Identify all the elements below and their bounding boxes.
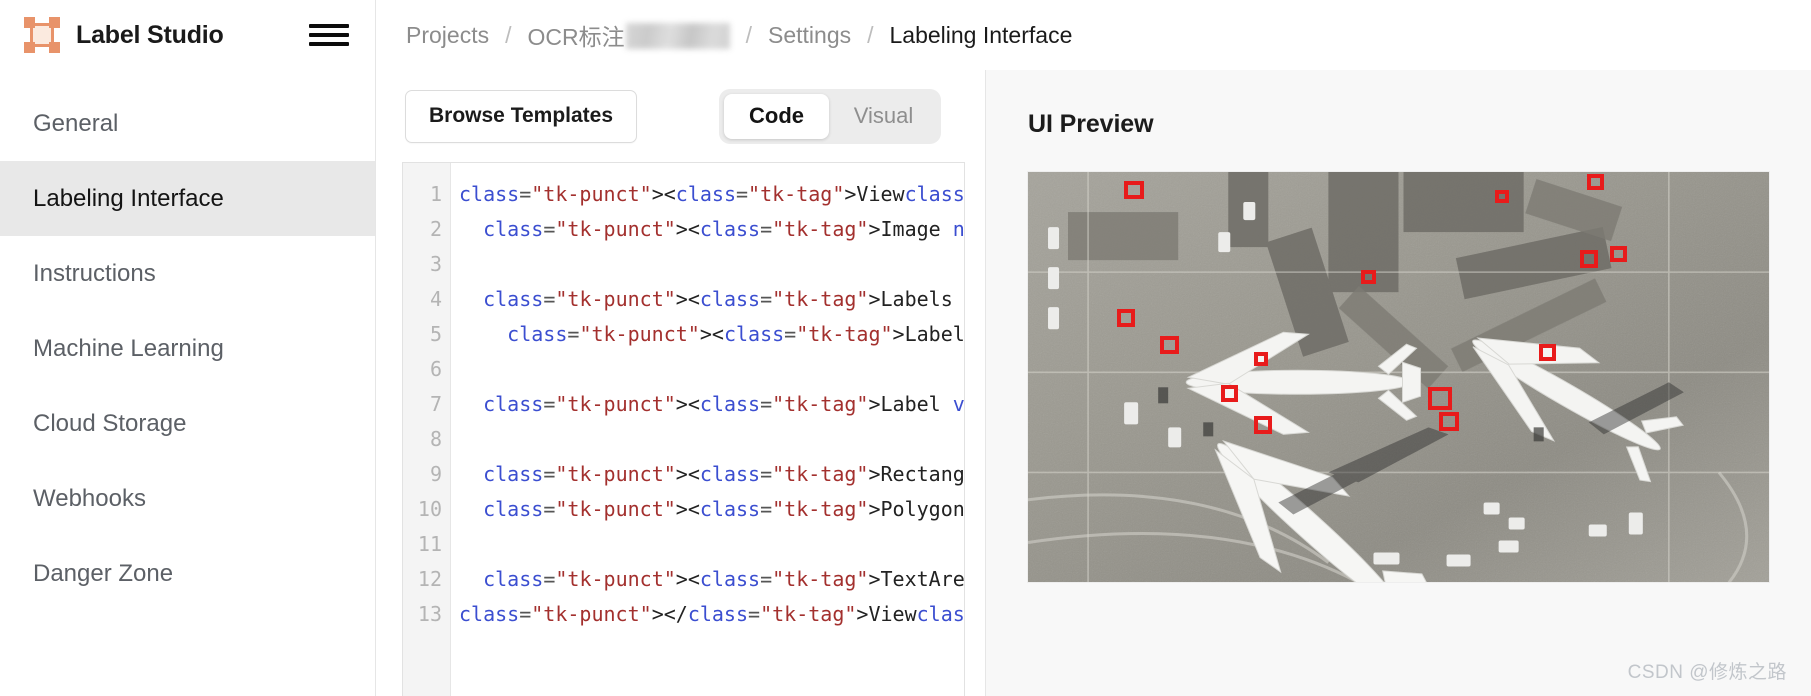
breadcrumb-project-name: OCR标注 bbox=[527, 24, 625, 50]
annotation-box bbox=[1124, 181, 1144, 200]
hamburger-menu-icon[interactable] bbox=[309, 20, 349, 50]
redacted-project-name-blur bbox=[625, 23, 730, 49]
tab-code[interactable]: Code bbox=[724, 93, 829, 139]
tab-visual[interactable]: Visual bbox=[831, 94, 936, 139]
annotation-box bbox=[1587, 173, 1605, 191]
code-editor[interactable]: 1 2 3 4 5 6 7 8 9 10 11 12 13 class="tk-… bbox=[402, 162, 965, 696]
brand-zone: Label Studio bbox=[0, 0, 376, 70]
annotation-box bbox=[1439, 411, 1459, 431]
code-line: class="tk-punct"><class="tk-tag">Label v… bbox=[483, 392, 964, 416]
annotation-box bbox=[1159, 336, 1180, 355]
code-line: class="tk-punct"><class="tk-tag">TextAre… bbox=[483, 567, 964, 591]
breadcrumb-separator: / bbox=[505, 21, 512, 48]
line-number: 7 bbox=[429, 392, 442, 416]
editor-toolbar: Browse Templates Code Visual bbox=[400, 70, 965, 162]
line-number: 13 bbox=[417, 602, 442, 626]
code-line: class="tk-punct"><class="tk-tag">Image n… bbox=[483, 217, 964, 241]
breadcrumb-separator: / bbox=[745, 21, 752, 48]
line-number: 5 bbox=[429, 322, 442, 346]
ui-preview-title: UI Preview bbox=[1028, 110, 1154, 138]
line-number: 11 bbox=[417, 532, 442, 556]
ui-preview-panel: UI Preview bbox=[986, 70, 1811, 696]
label-studio-settings-page: Label Studio Projects / OCR标注 / Settings… bbox=[0, 0, 1811, 696]
labeling-interface-editor-panel: Browse Templates Code Visual 1 2 3 4 5 6… bbox=[376, 70, 986, 696]
editor-code-area[interactable]: class="tk-punct"><class="tk-tag">Viewcla… bbox=[451, 163, 964, 696]
annotation-box bbox=[1254, 415, 1272, 434]
sidebar-item-labeling-interface[interactable]: Labeling Interface bbox=[0, 161, 375, 236]
annotation-box bbox=[1116, 309, 1135, 327]
view-mode-toggle: Code Visual bbox=[719, 88, 941, 144]
line-number: 9 bbox=[429, 462, 442, 486]
brand-title: Label Studio bbox=[76, 20, 224, 49]
annotation-box bbox=[1610, 245, 1628, 263]
browse-templates-button[interactable]: Browse Templates bbox=[405, 89, 638, 143]
line-number: 4 bbox=[429, 287, 442, 311]
line-number: 3 bbox=[429, 252, 442, 276]
code-line: class="tk-punct"><class="tk-tag">Rectang… bbox=[483, 462, 964, 486]
code-line: class="tk-punct"><class="tk-tag">Viewcla… bbox=[459, 182, 964, 206]
annotation-box bbox=[1254, 352, 1269, 367]
sidebar-item-danger-zone[interactable]: Danger Zone bbox=[0, 536, 375, 611]
breadcrumb-item-labeling-interface: Labeling Interface bbox=[889, 21, 1073, 48]
line-number: 6 bbox=[429, 357, 442, 381]
bounding-box-logo-icon bbox=[24, 17, 60, 53]
line-number: 1 bbox=[429, 182, 442, 206]
sidebar-item-instructions[interactable]: Instructions bbox=[0, 236, 375, 311]
annotation-box bbox=[1494, 189, 1509, 204]
annotation-box bbox=[1539, 344, 1557, 361]
breadcrumb: Projects / OCR标注 / Settings / Labeling I… bbox=[376, 0, 1811, 70]
top-bar: Label Studio Projects / OCR标注 / Settings… bbox=[0, 0, 1811, 70]
settings-sidebar: General Labeling Interface Instructions … bbox=[0, 70, 376, 696]
annotation-box bbox=[1580, 249, 1598, 268]
code-line: class="tk-punct"><class="tk-tag">Label v… bbox=[507, 322, 964, 346]
annotation-box bbox=[1220, 385, 1239, 403]
breadcrumb-item-project[interactable]: OCR标注 bbox=[527, 18, 730, 52]
line-number: 8 bbox=[429, 427, 442, 451]
breadcrumb-separator: / bbox=[867, 21, 874, 48]
line-number: 12 bbox=[417, 567, 442, 591]
code-line: class="tk-punct"><class="tk-tag">Polygon… bbox=[483, 497, 964, 521]
line-number: 2 bbox=[429, 217, 442, 241]
breadcrumb-item-projects[interactable]: Projects bbox=[406, 22, 489, 49]
code-line: class="tk-punct"></class="tk-tag">Viewcl… bbox=[459, 602, 964, 626]
sidebar-item-webhooks[interactable]: Webhooks bbox=[0, 461, 375, 536]
aerial-airport-photo bbox=[1028, 172, 1769, 582]
annotation-box bbox=[1428, 387, 1452, 411]
ui-preview-image bbox=[1028, 172, 1769, 582]
sidebar-item-general[interactable]: General bbox=[0, 86, 375, 161]
annotation-box bbox=[1361, 270, 1377, 285]
breadcrumb-item-settings[interactable]: Settings bbox=[768, 22, 851, 49]
sidebar-item-cloud-storage[interactable]: Cloud Storage bbox=[0, 386, 375, 461]
sidebar-item-machine-learning[interactable]: Machine Learning bbox=[0, 311, 375, 386]
page-body: General Labeling Interface Instructions … bbox=[0, 70, 1811, 696]
editor-line-number-gutter: 1 2 3 4 5 6 7 8 9 10 11 12 13 bbox=[403, 163, 451, 696]
code-line: class="tk-punct"><class="tk-tag">Labels … bbox=[483, 287, 964, 311]
line-number: 10 bbox=[417, 497, 442, 521]
